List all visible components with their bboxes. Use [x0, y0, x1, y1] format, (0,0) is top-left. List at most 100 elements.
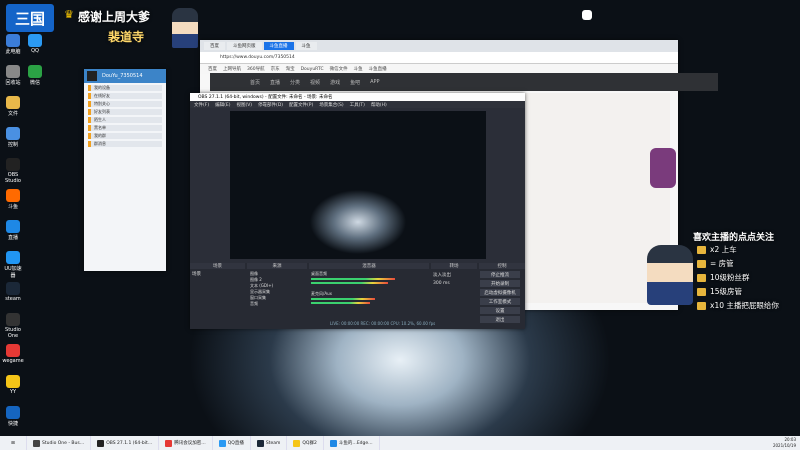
menu-item[interactable]: 工具(T) [350, 102, 365, 108]
transition-duration[interactable]: 300 ms [433, 281, 450, 286]
bookmark-item[interactable]: DouyuRTC [301, 67, 324, 72]
desktop-icon-label: 直播 [7, 235, 18, 241]
cat-icon[interactable] [582, 10, 592, 20]
list-item[interactable]: 在线好友 [88, 93, 162, 99]
control-button[interactable]: 设置 [480, 307, 520, 314]
mixer-channel[interactable]: 麦克风/Aux [311, 291, 427, 311]
taskbar-app[interactable]: Steam [251, 436, 288, 450]
transition-select[interactable]: 淡入淡出 [433, 272, 451, 278]
menu-item[interactable]: 停靠部件(D) [258, 102, 283, 108]
taskbar-app[interactable]: QQ直播 [213, 436, 251, 450]
qq-contact-list[interactable]: 我的设备在线好友特别关心好友列表陌生人黑名单我的群群消息 [84, 85, 166, 147]
desktop-icon[interactable]: 回收站 [2, 65, 24, 86]
control-button[interactable]: 启动虚拟摄像机 [480, 289, 520, 296]
list-item[interactable]: 陌生人 [88, 117, 162, 123]
desktop-icon[interactable]: 控制 [2, 127, 24, 148]
bookmark-item[interactable]: 百度 [208, 66, 217, 72]
source-item[interactable]: 音频 [250, 301, 273, 307]
system-clock[interactable]: 20:03 2021/10/19 [773, 437, 796, 449]
taskbar-app[interactable]: OBS 27.1.1 (64-bit… [91, 436, 160, 450]
menu-item[interactable]: 场景集合(S) [319, 102, 343, 108]
desktop-icon-label: 回收站 [5, 80, 21, 86]
bookmark-item[interactable]: 上网导航 [223, 66, 241, 72]
obs-docks[interactable]: 场景 场景 来源 图像 图像 2 文本 (GDI+) 显示器采集 窗口采集 音频 混音器 … [190, 263, 525, 329]
list-item[interactable]: 黑名单 [88, 125, 162, 131]
taskbar-app[interactable]: Studio One - Bus… [27, 436, 92, 450]
menu-item[interactable]: 编辑(E) [215, 102, 230, 108]
address-bar[interactable]: https://www.douyu.com/7350514 [200, 52, 678, 64]
taskbar-apps[interactable]: Studio One - Bus… OBS 27.1.1 (64-bit… 腾讯会议… [27, 436, 380, 450]
desktop-icon[interactable]: Studio One [2, 313, 24, 339]
list-item[interactable]: 群消息 [88, 141, 162, 147]
promo-item: x2 上车 [697, 244, 737, 255]
menu-item[interactable]: 视图(V) [236, 102, 252, 108]
desktop-icon[interactable]: wegame [2, 344, 24, 364]
desktop-icon[interactable]: steam [2, 282, 24, 302]
url-text[interactable]: https://www.douyu.com/7350514 [220, 55, 295, 60]
sources-list[interactable]: 图像 图像 2 文本 (GDI+) 显示器采集 窗口采集 音频 [250, 271, 273, 307]
crown-icon: ♛ [64, 8, 74, 21]
list-item[interactable]: 好友列表 [88, 109, 162, 115]
streamer-logo: 三国 [6, 4, 54, 32]
browser-tab[interactable]: 斗鱼网页版 [227, 42, 262, 50]
desktop-icon[interactable]: YY [2, 375, 24, 395]
obs-title: OBS 27.1.1 (64-bit, windows) - 配置文件: 未命名… [198, 95, 333, 100]
qq-header[interactable]: DouYu_7350514 [84, 69, 166, 83]
menu-item[interactable]: 配置文件(P) [289, 102, 313, 108]
taskbar-app[interactable]: QQ群2 [287, 436, 324, 450]
menu-item[interactable]: 帮助(H) [371, 102, 387, 108]
nav-item[interactable]: APP [370, 79, 379, 85]
list-item[interactable]: 特别关心 [88, 101, 162, 107]
menu-item[interactable]: 文件(F) [194, 102, 209, 108]
app-icon [6, 65, 20, 78]
desktop-icon[interactable]: OBS Studio [2, 158, 24, 184]
desktop-icon-label: steam [5, 296, 21, 302]
nav-item[interactable]: 视频 [310, 79, 320, 86]
start-button[interactable]: ⊞ [0, 436, 27, 450]
desktop-icon[interactable]: 斗鱼 [2, 189, 24, 210]
browser-tab[interactable]: 百度 [204, 42, 225, 50]
taskbar-app[interactable]: 腾讯会议加密… [159, 436, 213, 450]
nav-item[interactable]: 直播 [270, 79, 280, 86]
bookmark-item[interactable]: 360导航 [247, 66, 265, 72]
desktop-icon[interactable]: QQ [24, 34, 46, 54]
bookmark-item[interactable]: 斗鱼直播 [369, 66, 387, 72]
desktop-icon[interactable]: 直播 [2, 220, 24, 241]
promo-text: 15级房管 [710, 287, 743, 296]
desktop-icon[interactable]: 此电脑 [2, 34, 24, 55]
avatar[interactable] [87, 71, 97, 81]
control-button[interactable]: 工作室模式 [480, 298, 520, 305]
desktop-icon[interactable]: 文件 [2, 96, 24, 117]
bookmark-item[interactable]: 京东 [271, 66, 280, 72]
bookmark-item[interactable]: 淘宝 [286, 66, 295, 72]
obs-preview[interactable] [230, 111, 486, 259]
taskbar-app[interactable]: 斗鱼的…Edge… [324, 436, 380, 450]
taskbar[interactable]: ⊞ Studio One - Bus… OBS 27.1.1 (64-bit… 腾讯… [0, 436, 800, 450]
desktop-icon[interactable]: 快捷 [2, 406, 24, 427]
control-button[interactable]: 停止推流 [480, 271, 520, 278]
desktop-icon-label: wegame [2, 358, 24, 364]
nav-item[interactable]: 首页 [250, 79, 260, 86]
control-button[interactable]: 退出 [480, 316, 520, 323]
nav-item[interactable]: 分类 [290, 79, 300, 86]
browser-tab[interactable]: 斗鱼 [295, 42, 317, 50]
nav-item[interactable]: 游戏 [330, 79, 340, 86]
list-item[interactable]: 我的群 [88, 133, 162, 139]
qq-window[interactable]: DouYu_7350514 我的设备在线好友特别关心好友列表陌生人黑名单我的群群… [84, 69, 166, 271]
bookmark-item[interactable]: 微信文件 [330, 66, 348, 72]
list-item[interactable]: 我的设备 [88, 85, 162, 91]
obs-title-bar[interactable]: OBS 27.1.1 (64-bit, windows) - 配置文件: 未命名… [190, 93, 525, 101]
mixer-channel[interactable]: 桌面音频 [311, 271, 427, 291]
desktop-icon[interactable]: 微信 [24, 65, 46, 86]
browser-tab[interactable]: 斗鱼直播 [263, 42, 294, 50]
bookmark-item[interactable]: 斗鱼 [354, 66, 363, 72]
obs-window[interactable]: OBS 27.1.1 (64-bit, windows) - 配置文件: 未命名… [190, 93, 525, 329]
audio-mixer[interactable]: 桌面音频 麦克风/Aux [311, 271, 427, 311]
browser-tabs[interactable]: 百度 斗鱼网页版 斗鱼直播 斗鱼 [200, 40, 678, 52]
obs-menu-bar[interactable]: 文件(F) 编辑(E) 视图(V) 停靠部件(D) 配置文件(P) 场景集合(S) 工具(T… [190, 101, 525, 108]
scene-item[interactable]: 场景 [192, 271, 201, 277]
desktop-icon[interactable]: UU加速器 [2, 251, 24, 279]
nav-item[interactable]: 鱼吧 [350, 79, 360, 86]
douyu-nav[interactable]: 首页 直播 分类 视频 游戏 鱼吧 APP [210, 73, 718, 91]
control-button[interactable]: 开始录制 [480, 280, 520, 287]
